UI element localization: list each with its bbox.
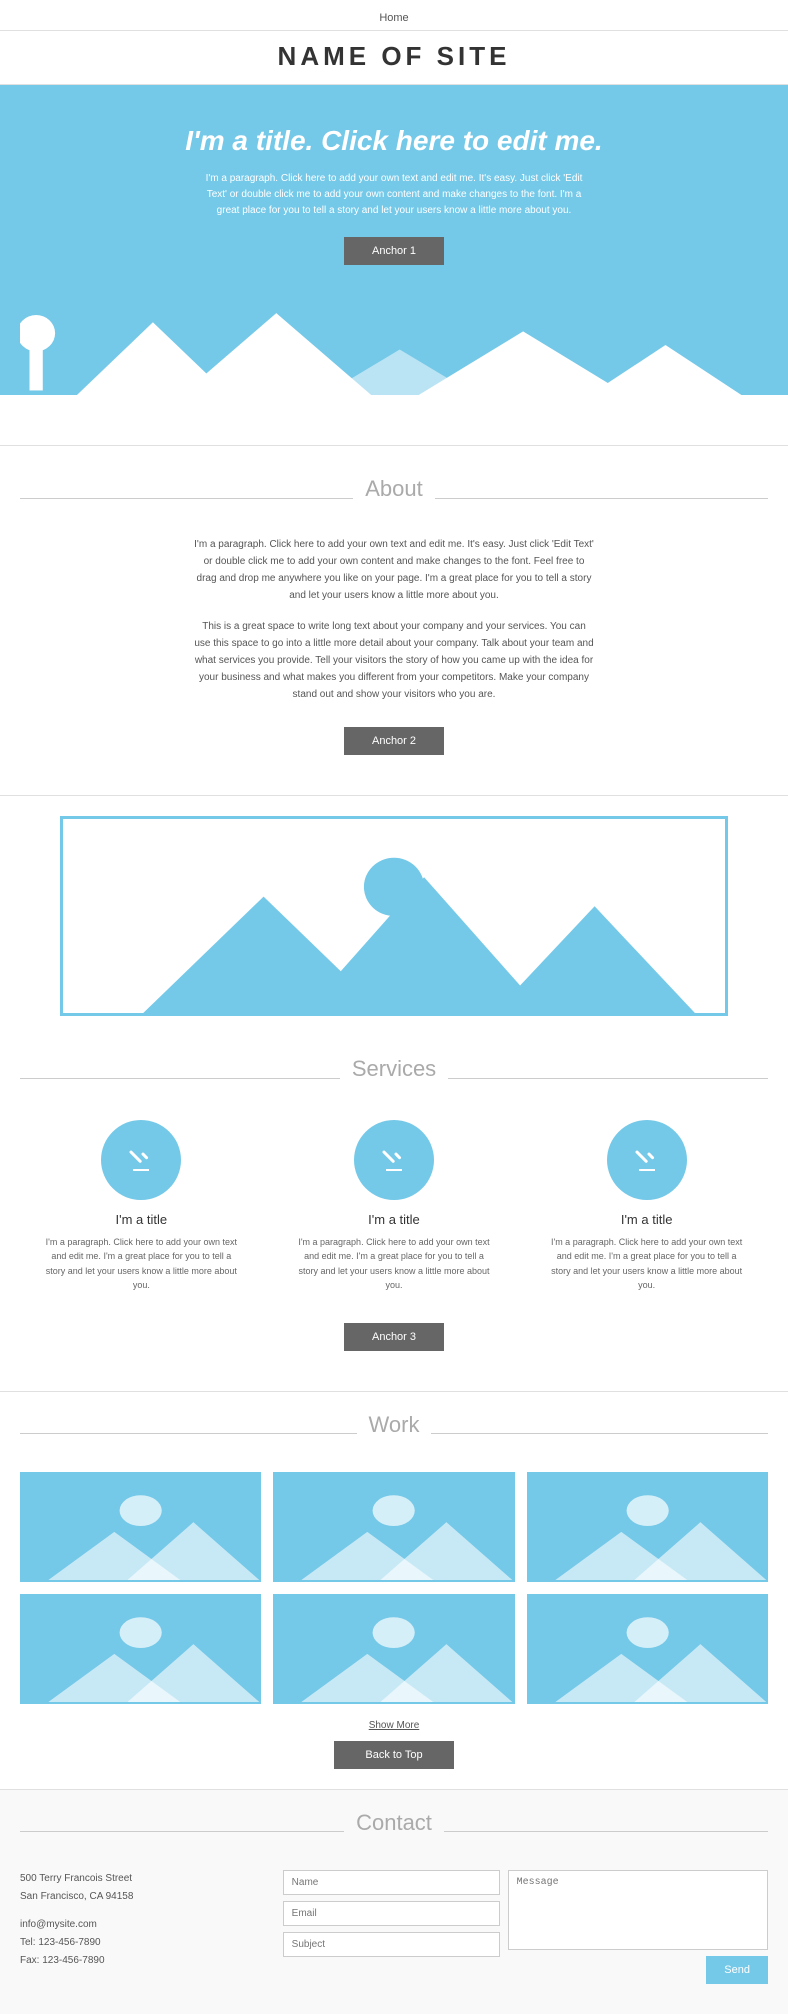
show-more-link[interactable]: Show More — [20, 1720, 768, 1731]
service-title-3[interactable]: I'm a title — [547, 1212, 747, 1227]
contact-section: Contact 500 Terry Francois Street San Fr… — [0, 1790, 788, 2014]
service-icon-2 — [354, 1120, 434, 1200]
site-title: NAME OF SITE — [0, 31, 788, 85]
form-right: Send — [508, 1870, 768, 1984]
service-icon-1 — [101, 1120, 181, 1200]
work-section: Work — [0, 1392, 788, 1790]
form-left — [283, 1870, 500, 1984]
work-title: Work — [369, 1412, 420, 1438]
about-title: About — [365, 476, 423, 502]
anchor-1-button[interactable]: Anchor 1 — [344, 237, 444, 265]
service-para-3[interactable]: I'm a paragraph. Click here to add your … — [547, 1235, 747, 1293]
contact-form: Send — [283, 1870, 768, 1984]
service-para-2[interactable]: I'm a paragraph. Click here to add your … — [294, 1235, 494, 1293]
about-para-2[interactable]: This is a great space to write long text… — [194, 618, 594, 703]
work-item-5[interactable] — [273, 1594, 514, 1704]
name-input[interactable] — [283, 1870, 500, 1895]
nav-home-label[interactable]: Home — [379, 12, 408, 24]
service-item-3: I'm a title I'm a paragraph. Click here … — [547, 1120, 747, 1293]
service-icon-3 — [607, 1120, 687, 1200]
submit-button[interactable]: Send — [706, 1956, 768, 1984]
contact-info: 500 Terry Francois Street San Francisco,… — [20, 1870, 263, 1984]
hero-section: I'm a title. Click here to edit me. I'm … — [0, 85, 788, 395]
contact-fax: Fax: 123-456-7890 — [20, 1952, 263, 1970]
anchor-2-button[interactable]: Anchor 2 — [344, 727, 444, 755]
service-para-1[interactable]: I'm a paragraph. Click here to add your … — [41, 1235, 241, 1293]
services-section: Services I'm a title I'm a paragraph. Cl… — [0, 1036, 788, 1392]
large-image-placeholder — [60, 816, 728, 1016]
subject-input[interactable] — [283, 1932, 500, 1957]
service-title-1[interactable]: I'm a title — [41, 1212, 241, 1227]
nav-bar: Home — [0, 0, 788, 31]
contact-tel: Tel: 123-456-7890 — [20, 1934, 263, 1952]
message-input[interactable] — [508, 1870, 768, 1950]
work-item-2[interactable] — [273, 1472, 514, 1582]
contact-email: info@mysite.com — [20, 1916, 263, 1934]
work-item-1[interactable] — [20, 1472, 261, 1582]
hero-paragraph[interactable]: I'm a paragraph. Click here to add your … — [204, 171, 584, 219]
work-item-6[interactable] — [527, 1594, 768, 1704]
about-para-1[interactable]: I'm a paragraph. Click here to add your … — [194, 536, 594, 604]
services-title: Services — [352, 1056, 436, 1082]
services-grid: I'm a title I'm a paragraph. Click here … — [20, 1120, 768, 1293]
divider-1 — [0, 395, 788, 446]
hero-mountains — [20, 295, 768, 395]
anchor-3-button[interactable]: Anchor 3 — [344, 1323, 444, 1351]
work-item-3[interactable] — [527, 1472, 768, 1582]
contact-address: 500 Terry Francois Street San Francisco,… — [20, 1870, 263, 1906]
service-title-2[interactable]: I'm a title — [294, 1212, 494, 1227]
email-input[interactable] — [283, 1901, 500, 1926]
service-item-2: I'm a title I'm a paragraph. Click here … — [294, 1120, 494, 1293]
hero-title[interactable]: I'm a title. Click here to edit me. — [20, 125, 768, 157]
work-grid — [20, 1472, 768, 1704]
service-item-1: I'm a title I'm a paragraph. Click here … — [41, 1120, 241, 1293]
work-item-4[interactable] — [20, 1594, 261, 1704]
contact-content: 500 Terry Francois Street San Francisco,… — [20, 1870, 768, 1984]
back-to-top-button[interactable]: Back to Top — [334, 1741, 454, 1769]
about-section: About I'm a paragraph. Click here to add… — [0, 446, 788, 796]
contact-title: Contact — [356, 1810, 432, 1836]
